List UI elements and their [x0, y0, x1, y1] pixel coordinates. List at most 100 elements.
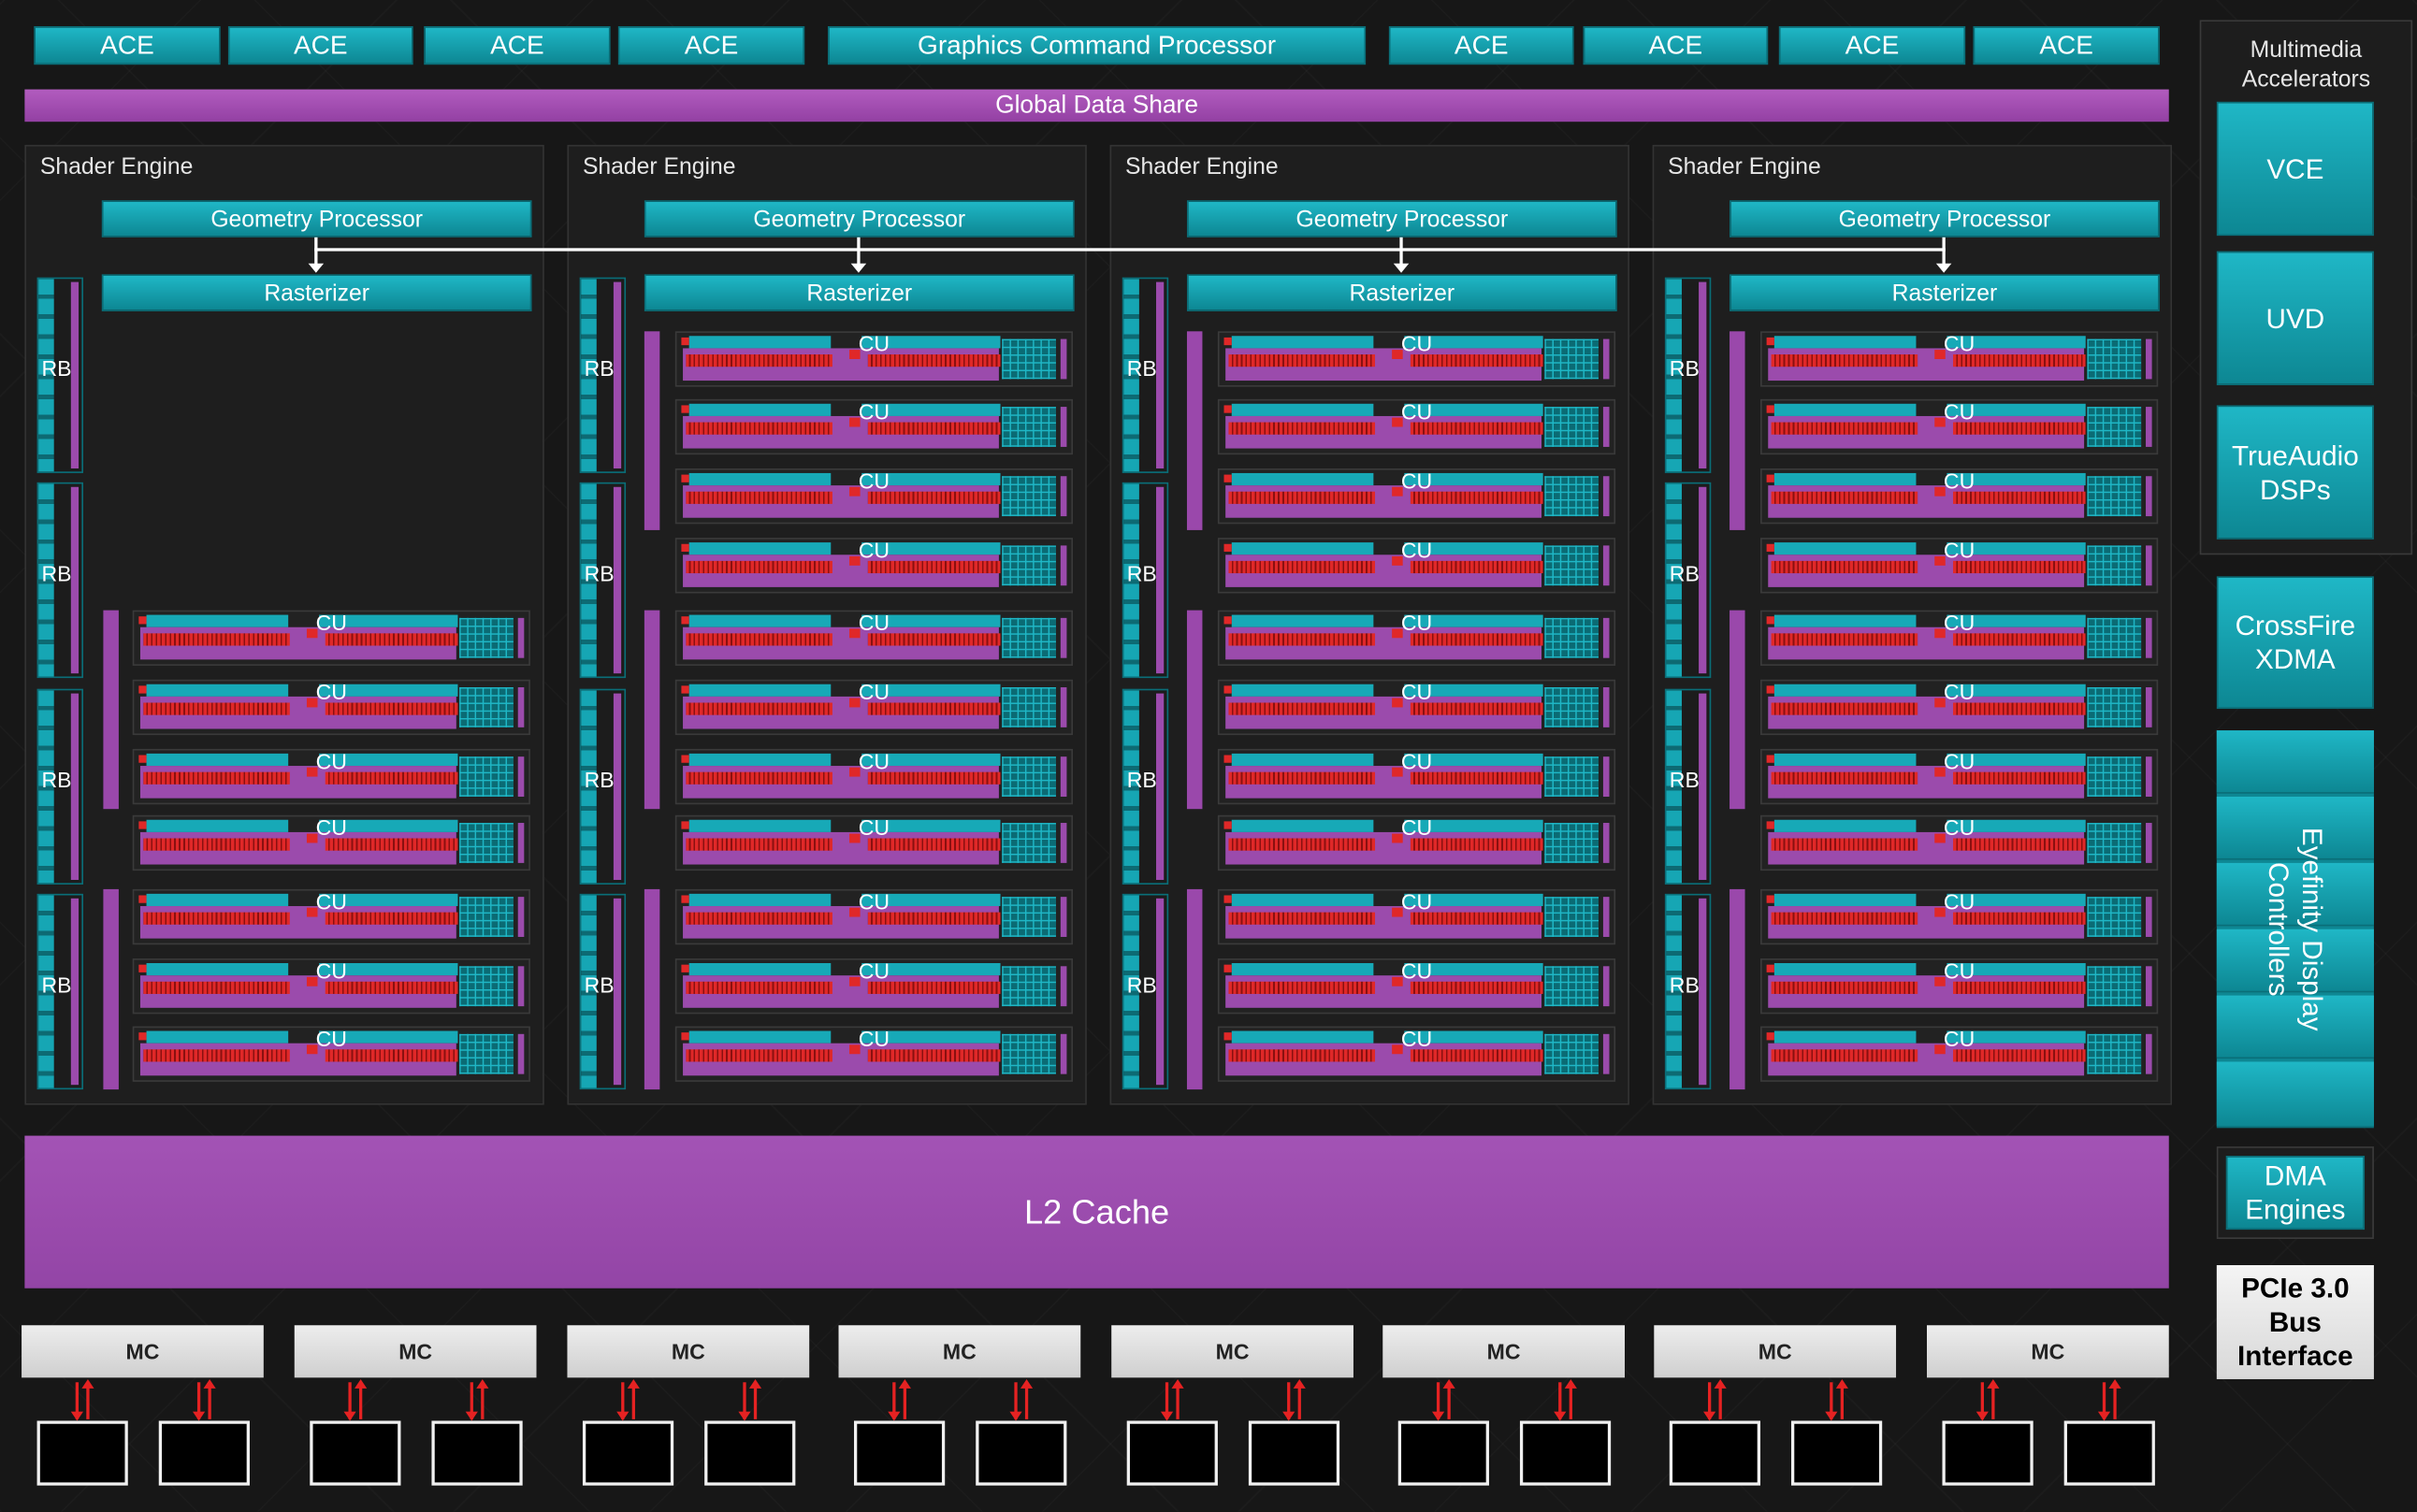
- arrow-up-head: [627, 1378, 640, 1389]
- cu-register-strip: [1953, 354, 2086, 367]
- cu-register-strip: [1953, 491, 2086, 504]
- pcie-line1: PCIe 3.0: [2241, 1273, 2350, 1304]
- rasterizer-label: Rasterizer: [1891, 280, 1998, 307]
- cu-register-strip: [867, 838, 1001, 851]
- cu-register-strip: [1953, 1049, 2086, 1062]
- cu-block: CU: [1760, 748, 2159, 805]
- cu-block: CU: [674, 610, 1074, 666]
- trueaudio-line2: DSPs: [2259, 473, 2331, 505]
- memory-chip: [976, 1420, 1067, 1486]
- cu-register-strip: [1410, 560, 1543, 574]
- rb-side: [1156, 486, 1165, 674]
- cu-register-strip: [1953, 912, 2086, 925]
- cu-register-strip: [1953, 560, 2086, 574]
- cu-block: CU: [674, 468, 1074, 525]
- graphics-command-processor: Graphics Command Processor: [827, 26, 1367, 65]
- cu-register-strip: [143, 771, 290, 785]
- cu-group-bar: [1186, 610, 1203, 810]
- cu-block: CU: [1217, 468, 1616, 525]
- rasterizer: Rasterizer: [1730, 274, 2160, 311]
- cu-register-strip: [867, 702, 1001, 715]
- cu-register-strip: [1410, 838, 1543, 851]
- ace-label: ACE: [100, 30, 154, 60]
- cu-register-strip: [325, 1049, 458, 1062]
- cu-register-strip: [325, 633, 458, 646]
- pcie-line2: Bus: [2268, 1306, 2322, 1338]
- cu-register-strip: [1228, 912, 1376, 925]
- render-backend: RB: [1122, 482, 1169, 679]
- render-backend: RB: [1122, 688, 1169, 885]
- rasterizer-label: Rasterizer: [806, 280, 913, 307]
- arrow-up-head: [1442, 1378, 1455, 1389]
- cu-register-strip: [867, 912, 1001, 925]
- memory-controller: MC: [294, 1325, 537, 1378]
- dma-line2: Engines: [2245, 1194, 2346, 1226]
- memory-chip: [704, 1420, 796, 1486]
- arrow-up-head: [355, 1378, 368, 1389]
- memory-controller-label: MC: [398, 1339, 433, 1364]
- render-backend: RB: [579, 277, 627, 473]
- vce-label: VCE: [2266, 152, 2324, 184]
- cu-register-strip: [325, 981, 458, 994]
- render-backend: RB: [579, 482, 627, 679]
- cu-register-strip: [1953, 702, 2086, 715]
- render-backend: RB: [579, 893, 627, 1090]
- cu-block: CU: [1217, 958, 1616, 1015]
- shader-engine-title: Shader Engine: [39, 153, 194, 180]
- shader-engine-title: Shader Engine: [582, 153, 736, 180]
- cu-label: CU: [1943, 888, 1976, 914]
- ace-block: ACE: [1778, 26, 1966, 65]
- arrow-down-head: [465, 1411, 478, 1421]
- rb-side: [613, 898, 622, 1086]
- cu-register-strip: [143, 1049, 290, 1062]
- cu-block: CU: [674, 679, 1074, 736]
- arrow-down-head: [1282, 1411, 1295, 1421]
- rb-label: RB: [1669, 560, 1700, 586]
- rasterizer: Rasterizer: [644, 274, 1075, 311]
- cu-register-strip: [325, 702, 458, 715]
- cu-register-strip: [686, 491, 832, 504]
- arrow-up-head: [476, 1378, 489, 1389]
- cu-register-strip: [325, 838, 458, 851]
- cu-register-strip: [686, 771, 832, 785]
- memory-chip: [1790, 1420, 1883, 1486]
- memory-chip: [1942, 1420, 2033, 1486]
- trueaudio-line1: TrueAudio: [2231, 439, 2359, 471]
- cu-group-bar: [1730, 888, 1745, 1090]
- arrow-up-head: [81, 1378, 94, 1389]
- global-data-share: Global Data Share: [24, 89, 2169, 122]
- arrow-up-head: [1020, 1378, 1034, 1389]
- rb-label: RB: [1669, 355, 1700, 382]
- cu-label: CU: [858, 888, 890, 914]
- cu-label: CU: [1943, 679, 1976, 705]
- cu-block: CU: [674, 888, 1074, 945]
- cu-label: CU: [1943, 748, 1976, 774]
- ace-block: ACE: [1388, 26, 1574, 65]
- cu-group-bar: [103, 610, 119, 810]
- eyefinity-line1: Eyefinity Display: [2296, 827, 2328, 1030]
- uvd-label: UVD: [2265, 302, 2325, 334]
- cu-block: CU: [132, 814, 530, 871]
- cu-register-strip: [143, 702, 290, 715]
- cu-label: CU: [1943, 814, 1976, 841]
- arrow-up-head: [898, 1378, 911, 1389]
- eyefinity-label: Eyefinity Display Controllers: [2262, 827, 2330, 1030]
- cu-register-strip: [867, 1049, 1001, 1062]
- cu-register-strip: [1953, 422, 2086, 435]
- cu-block: CU: [1760, 538, 2159, 594]
- cu-label: CU: [315, 679, 347, 705]
- arrow-down-head: [738, 1411, 751, 1421]
- rb-side: [1699, 898, 1707, 1086]
- cu-block: CU: [1760, 398, 2159, 455]
- cu-register-strip: [1771, 912, 1918, 925]
- arrow-head: [1935, 263, 1952, 273]
- cu-register-strip: [1228, 560, 1376, 574]
- rb-label: RB: [1669, 767, 1700, 793]
- cu-group-bar: [644, 610, 660, 810]
- cu-label: CU: [1400, 958, 1433, 984]
- rb-side: [1699, 693, 1707, 881]
- cu-block: CU: [1760, 958, 2159, 1015]
- arrow-head: [850, 263, 867, 273]
- arrow-down-head: [193, 1411, 206, 1421]
- cu-register-strip: [867, 354, 1001, 367]
